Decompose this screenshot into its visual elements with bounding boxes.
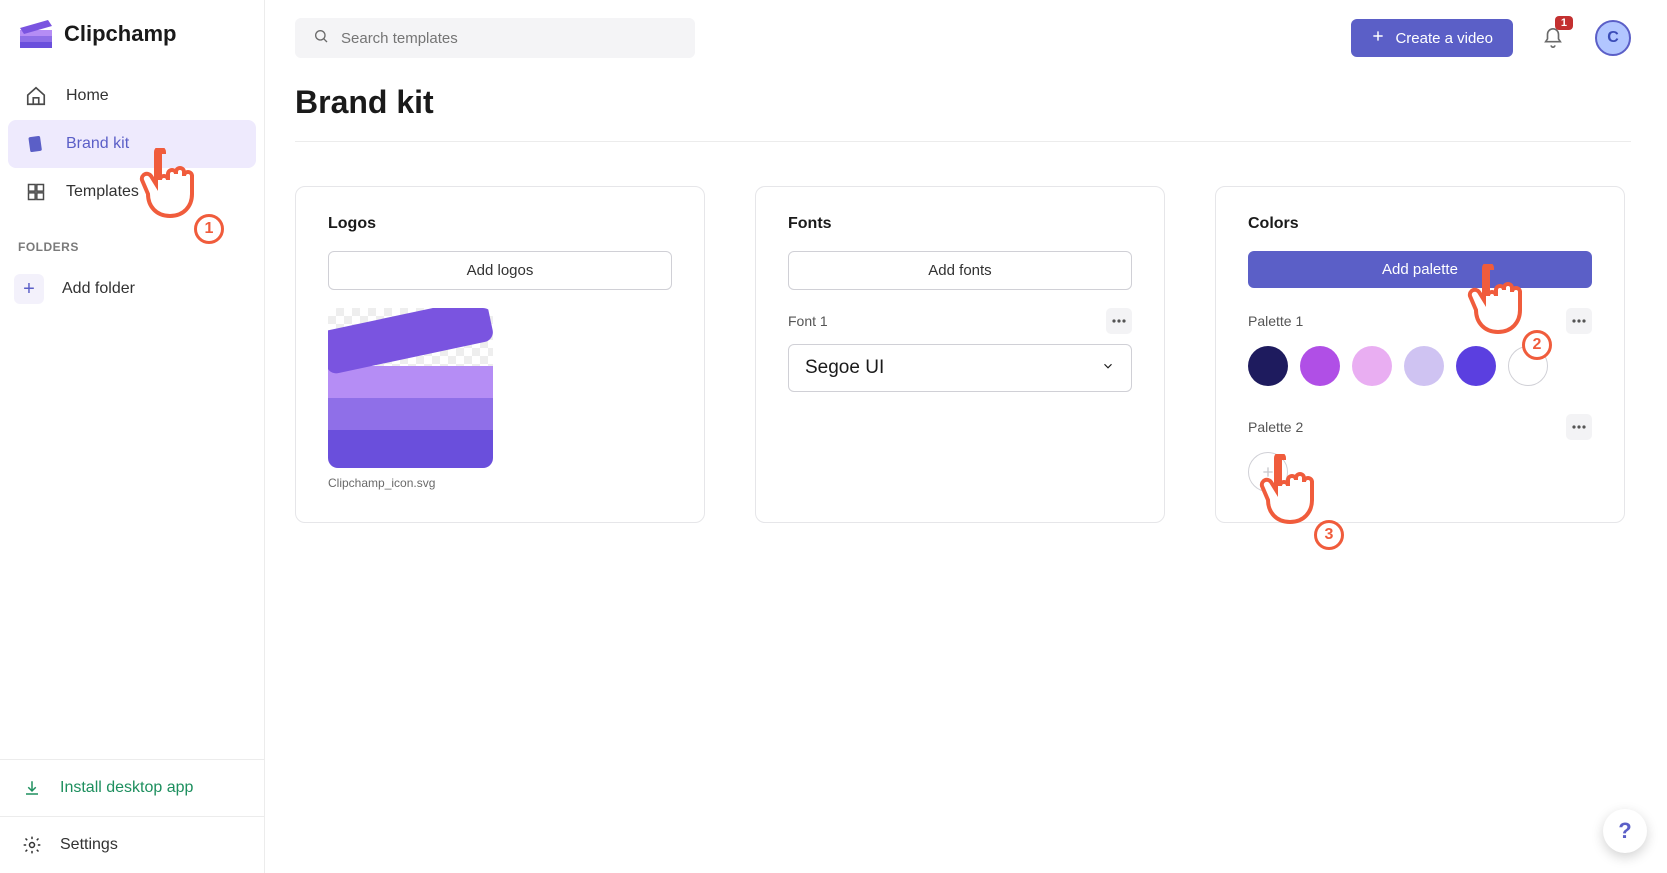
search-icon [313, 28, 329, 48]
fonts-title: Fonts [788, 215, 1132, 233]
sidebar-bottom: Install desktop app Settings [0, 759, 264, 873]
home-icon [24, 84, 48, 108]
main: Create a video 1 C Brand kit Logos Add l… [265, 0, 1667, 873]
page-title: Brand kit [295, 84, 1631, 142]
topbar: Create a video 1 C [265, 0, 1667, 68]
palette-row-header: Palette 2 [1248, 414, 1592, 440]
color-swatch[interactable] [1456, 346, 1496, 386]
palette-label: Palette 2 [1248, 419, 1303, 435]
palette-swatches [1248, 452, 1592, 492]
sidebar-item-settings[interactable]: Settings [0, 816, 264, 873]
sidebar-item-label: Home [66, 87, 109, 105]
colors-title: Colors [1248, 215, 1592, 233]
logo-filename: Clipchamp_icon.svg [328, 476, 493, 490]
notifications-button[interactable]: 1 [1541, 26, 1565, 50]
add-folder-button[interactable]: + Add folder [0, 264, 264, 314]
templates-icon [24, 180, 48, 204]
color-swatch[interactable] [1404, 346, 1444, 386]
logos-title: Logos [328, 215, 672, 233]
color-swatch[interactable] [1508, 346, 1548, 386]
add-folder-label: Add folder [62, 280, 135, 298]
avatar[interactable]: C [1595, 20, 1631, 56]
palette-label: Palette 1 [1248, 313, 1303, 329]
palette-swatches [1248, 346, 1592, 386]
brandkit-icon [24, 132, 48, 156]
page: Brand kit Logos Add logos Clipchamp_icon… [265, 68, 1667, 523]
font-select-value: Segoe UI [805, 357, 884, 379]
font-row-label: Font 1 [788, 313, 828, 329]
palette-more-button[interactable] [1566, 308, 1592, 334]
add-color-button[interactable] [1248, 452, 1288, 492]
plus-icon: + [14, 274, 44, 304]
add-fonts-button[interactable]: Add fonts [788, 251, 1132, 290]
logo-item[interactable]: Clipchamp_icon.svg [328, 308, 493, 490]
download-icon [22, 778, 42, 798]
color-swatch[interactable] [1300, 346, 1340, 386]
app-logo-row: Clipchamp [0, 0, 264, 72]
logo-thumbnail [328, 308, 493, 468]
logos-card: Logos Add logos Clipchamp_icon.svg [295, 186, 705, 523]
install-desktop-app[interactable]: Install desktop app [0, 760, 264, 816]
settings-label: Settings [60, 836, 118, 854]
search-input[interactable] [341, 30, 677, 47]
search-box[interactable] [295, 18, 695, 58]
app-name: Clipchamp [64, 21, 176, 47]
add-logos-button[interactable]: Add logos [328, 251, 672, 290]
plus-icon [1371, 29, 1385, 47]
content-grid: Logos Add logos Clipchamp_icon.svg Fonts… [295, 186, 1631, 523]
create-video-button[interactable]: Create a video [1351, 19, 1513, 57]
folders-header: FOLDERS [0, 216, 264, 264]
sidebar-item-label: Templates [66, 183, 139, 201]
palette-row-header: Palette 1 [1248, 308, 1592, 334]
font-more-button[interactable] [1106, 308, 1132, 334]
font-row-header: Font 1 [788, 308, 1132, 334]
add-palette-button[interactable]: Add palette [1248, 251, 1592, 288]
color-swatch[interactable] [1248, 346, 1288, 386]
notification-badge: 1 [1555, 16, 1573, 30]
palette-more-button[interactable] [1566, 414, 1592, 440]
sidebar: Clipchamp Home Brand kit Templates FOLDE… [0, 0, 265, 873]
fonts-card: Fonts Add fonts Font 1 Segoe UI [755, 186, 1165, 523]
sidebar-item-brandkit[interactable]: Brand kit [8, 120, 256, 168]
sidebar-item-home[interactable]: Home [8, 72, 256, 120]
install-label: Install desktop app [60, 779, 193, 797]
colors-card: Colors Add palette Palette 1 [1215, 186, 1625, 523]
app-logo-icon [20, 20, 52, 48]
help-button[interactable]: ? [1603, 809, 1647, 853]
sidebar-item-label: Brand kit [66, 135, 129, 153]
color-swatch[interactable] [1352, 346, 1392, 386]
sidebar-item-templates[interactable]: Templates [8, 168, 256, 216]
nav: Home Brand kit Templates [0, 72, 264, 216]
chevron-down-icon [1101, 357, 1115, 379]
gear-icon [22, 835, 42, 855]
font-select[interactable]: Segoe UI [788, 344, 1132, 392]
create-video-label: Create a video [1395, 30, 1493, 47]
